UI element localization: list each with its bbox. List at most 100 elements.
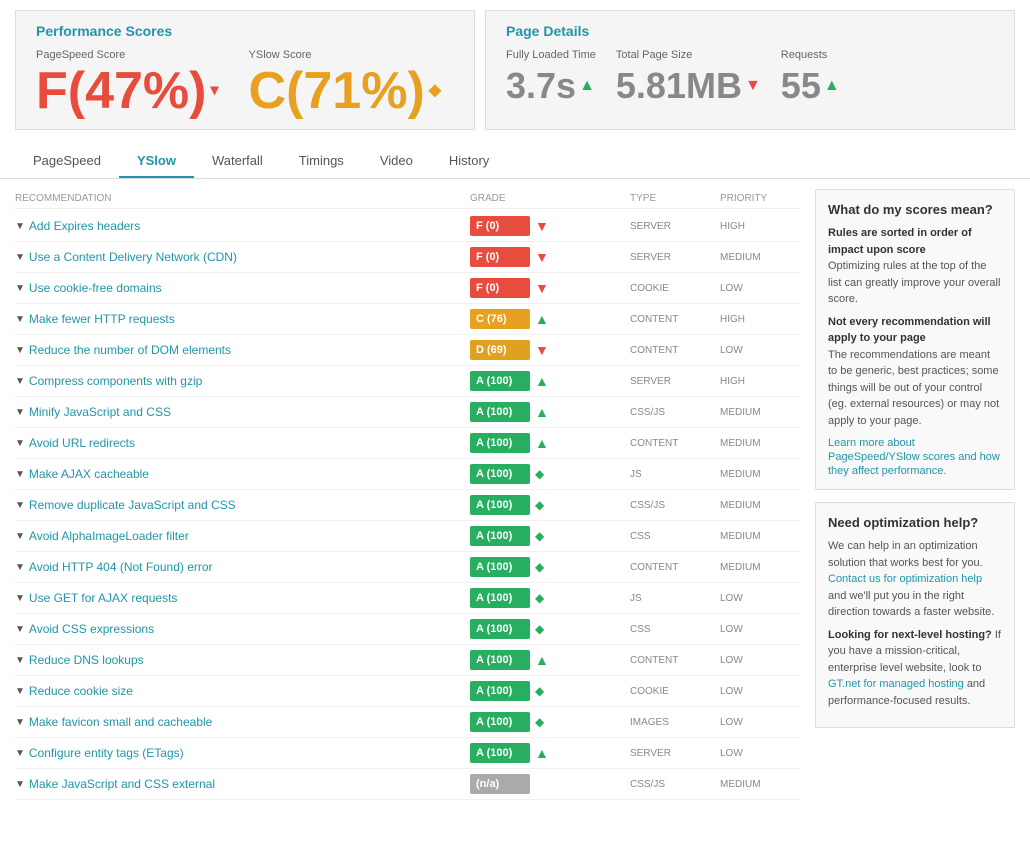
grade-bar: A (100) <box>470 650 530 670</box>
yslow-value: C(71%) ◆ <box>249 65 442 117</box>
recommendation-name[interactable]: ▼ Make JavaScript and CSS external <box>15 777 470 791</box>
grade-cell: A (100) ◆ <box>470 588 630 608</box>
recommendation-name[interactable]: ▼ Add Expires headers <box>15 219 470 233</box>
scores-info-link[interactable]: Learn more about PageSpeed/YSlow scores … <box>828 437 1000 477</box>
table-row: ▼ Make JavaScript and CSS external (n/a)… <box>15 769 800 800</box>
grade-cell: A (100) ◆ <box>470 557 630 577</box>
grade-cell: F (0) ▼ <box>470 247 630 267</box>
scores-info-title: What do my scores mean? <box>828 202 1002 217</box>
grade-bar: F (0) <box>470 247 530 267</box>
priority-cell: HIGH <box>720 314 800 325</box>
scores-info-p1: Rules are sorted in order of impact upon… <box>828 225 1002 308</box>
grade-cell: (n/a) <box>470 774 630 794</box>
recommendation-name[interactable]: ▼ Remove duplicate JavaScript and CSS <box>15 498 470 512</box>
tab-pagespeed[interactable]: PageSpeed <box>15 145 119 178</box>
type-cell: CONTENT <box>630 655 720 666</box>
yslow-arrow: ◆ <box>429 83 441 99</box>
priority-cell: LOW <box>720 624 800 635</box>
recommendation-name[interactable]: ▼ Use cookie-free domains <box>15 281 470 295</box>
recommendation-name[interactable]: ▼ Make AJAX cacheable <box>15 467 470 481</box>
recommendation-name[interactable]: ▼ Minify JavaScript and CSS <box>15 405 470 419</box>
priority-cell: MEDIUM <box>720 438 800 449</box>
type-cell: SERVER <box>630 252 720 263</box>
pagespeed-score-item: PageSpeed Score F(47%) ▾ <box>36 49 219 117</box>
table-row: ▼ Minify JavaScript and CSS A (100) ▲ CS… <box>15 397 800 428</box>
col-grade: GRADE <box>470 193 630 204</box>
expand-arrow-icon: ▼ <box>15 500 25 511</box>
diamond-icon: ◆ <box>535 622 544 636</box>
recommendation-name[interactable]: ▼ Avoid AlphaImageLoader filter <box>15 529 470 543</box>
table-row: ▼ Use a Content Delivery Network (CDN) F… <box>15 242 800 273</box>
priority-cell: LOW <box>720 686 800 697</box>
grade-cell: A (100) ◆ <box>470 712 630 732</box>
pagespeed-label: PageSpeed Score <box>36 49 219 61</box>
type-cell: SERVER <box>630 748 720 759</box>
expand-arrow-icon: ▼ <box>15 469 25 480</box>
priority-cell: LOW <box>720 345 800 356</box>
recommendation-name[interactable]: ▼ Configure entity tags (ETags) <box>15 746 470 760</box>
gt-net-link[interactable]: GT.net for managed hosting <box>828 678 964 690</box>
type-cell: COOKIE <box>630 283 720 294</box>
recommendation-name[interactable]: ▼ Avoid HTTP 404 (Not Found) error <box>15 560 470 574</box>
yslow-label: YSlow Score <box>249 49 442 61</box>
priority-cell: MEDIUM <box>720 469 800 480</box>
expand-arrow-icon: ▼ <box>15 686 25 697</box>
trend-down-icon: ▼ <box>535 218 549 234</box>
grade-cell: A (100) ◆ <box>470 464 630 484</box>
expand-arrow-icon: ▼ <box>15 221 25 232</box>
optimization-help-p1: We can help in an optimization solution … <box>828 538 1002 621</box>
tab-video[interactable]: Video <box>362 145 431 178</box>
priority-cell: LOW <box>720 283 800 294</box>
grade-cell: A (100) ▲ <box>470 371 630 391</box>
priority-cell: MEDIUM <box>720 500 800 511</box>
priority-cell: LOW <box>720 655 800 666</box>
table-row: ▼ Reduce cookie size A (100) ◆ COOKIE LO… <box>15 676 800 707</box>
recommendation-name[interactable]: ▼ Use GET for AJAX requests <box>15 591 470 605</box>
table-row: ▼ Make fewer HTTP requests C (76) ▲ CONT… <box>15 304 800 335</box>
recommendation-name[interactable]: ▼ Reduce the number of DOM elements <box>15 343 470 357</box>
tab-waterfall[interactable]: Waterfall <box>194 145 281 178</box>
fully-loaded-value: 3.7s ▲ <box>506 65 596 107</box>
recommendation-name[interactable]: ▼ Compress components with gzip <box>15 374 470 388</box>
recommendation-name[interactable]: ▼ Reduce DNS lookups <box>15 653 470 667</box>
trend-up-icon: ▲ <box>535 311 549 327</box>
grade-cell: A (100) ◆ <box>470 526 630 546</box>
grade-bar: C (76) <box>470 309 530 329</box>
grade-bar: A (100) <box>470 712 530 732</box>
type-cell: CSS/JS <box>630 779 720 790</box>
expand-arrow-icon: ▼ <box>15 252 25 263</box>
type-cell: CSS <box>630 624 720 635</box>
trend-up-icon: ▲ <box>535 652 549 668</box>
tab-history[interactable]: History <box>431 145 507 178</box>
grade-bar: F (0) <box>470 278 530 298</box>
expand-arrow-icon: ▼ <box>15 345 25 356</box>
fully-loaded-label: Fully Loaded Time <box>506 49 596 61</box>
recommendation-name[interactable]: ▼ Avoid CSS expressions <box>15 622 470 636</box>
recommendations-table: RECOMMENDATION GRADE TYPE PRIORITY ▼ Add… <box>15 189 800 800</box>
table-row: ▼ Reduce the number of DOM elements D (6… <box>15 335 800 366</box>
table-row: ▼ Use GET for AJAX requests A (100) ◆ JS… <box>15 583 800 614</box>
recommendation-name[interactable]: ▼ Reduce cookie size <box>15 684 470 698</box>
recommendation-name[interactable]: ▼ Use a Content Delivery Network (CDN) <box>15 250 470 264</box>
yslow-score-item: YSlow Score C(71%) ◆ <box>249 49 442 117</box>
grade-bar: (n/a) <box>470 774 530 794</box>
recommendation-name[interactable]: ▼ Make favicon small and cacheable <box>15 715 470 729</box>
type-cell: CSS <box>630 531 720 542</box>
grade-bar: A (100) <box>470 371 530 391</box>
grade-cell: F (0) ▼ <box>470 216 630 236</box>
tab-timings[interactable]: Timings <box>281 145 362 178</box>
recommendation-name[interactable]: ▼ Avoid URL redirects <box>15 436 470 450</box>
recommendation-name[interactable]: ▼ Make fewer HTTP requests <box>15 312 470 326</box>
grade-cell: A (100) ▲ <box>470 743 630 763</box>
optimization-help-box: Need optimization help? We can help in a… <box>815 502 1015 728</box>
performance-scores-box: Performance Scores PageSpeed Score F(47%… <box>15 10 475 130</box>
expand-arrow-icon: ▼ <box>15 748 25 759</box>
expand-arrow-icon: ▼ <box>15 717 25 728</box>
tab-yslow[interactable]: YSlow <box>119 145 194 178</box>
contact-link[interactable]: Contact us for optimization help <box>828 573 982 585</box>
table-row: ▼ Avoid URL redirects A (100) ▲ CONTENT … <box>15 428 800 459</box>
main-content: RECOMMENDATION GRADE TYPE PRIORITY ▼ Add… <box>0 179 1030 810</box>
grade-cell: F (0) ▼ <box>470 278 630 298</box>
grade-bar: F (0) <box>470 216 530 236</box>
optimization-help-p2: Looking for next-level hosting? If you h… <box>828 627 1002 710</box>
